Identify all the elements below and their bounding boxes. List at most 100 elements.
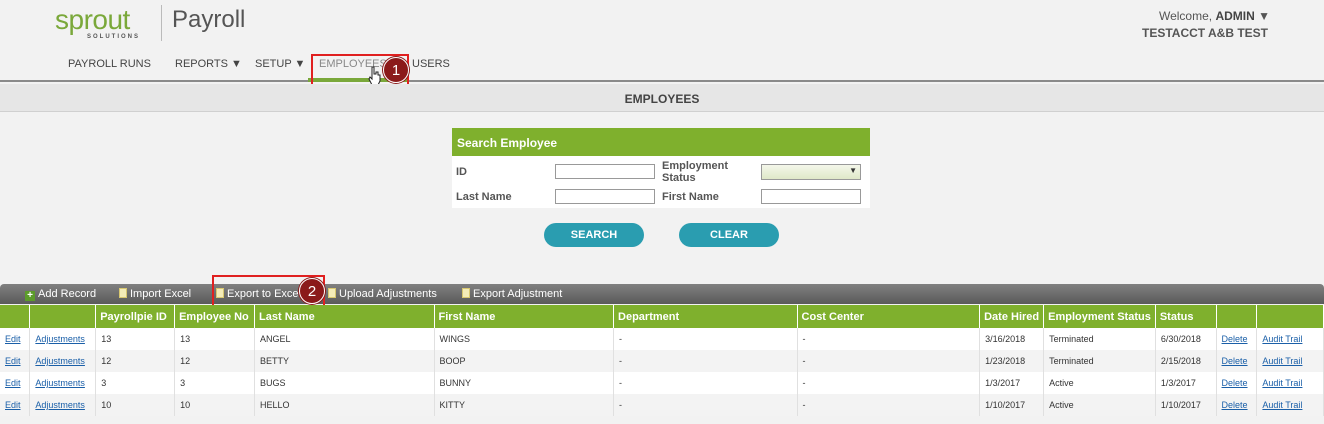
cell-status: 6/30/2018 bbox=[1155, 328, 1217, 350]
cell-status: 1/3/2017 bbox=[1155, 372, 1217, 394]
first-name-input[interactable] bbox=[761, 189, 861, 204]
logo-subtitle: SOLUTIONS bbox=[87, 34, 141, 40]
chevron-down-icon: ▼ bbox=[849, 166, 857, 175]
plus-icon: + bbox=[25, 291, 35, 301]
audit-trail-link[interactable]: Audit Trail bbox=[1262, 356, 1302, 366]
add-record-button[interactable]: + Add Record bbox=[25, 288, 96, 301]
id-label: ID bbox=[456, 166, 467, 178]
welcome-text: Welcome, bbox=[1158, 9, 1213, 23]
upload-adjustments-button[interactable]: Upload Adjustments bbox=[328, 288, 437, 300]
column-header-first-name[interactable]: First Name bbox=[434, 305, 615, 328]
sprout-logo[interactable]: sprout SOLUTIONS bbox=[55, 4, 155, 44]
search-panel-title: Search Employee bbox=[452, 128, 870, 156]
search-employee-panel: Search Employee ID Employment Status ▼ L… bbox=[452, 128, 870, 208]
edit-link[interactable]: Edit bbox=[5, 356, 21, 366]
column-header-employment-status[interactable]: Employment Status bbox=[1043, 305, 1156, 328]
column-header bbox=[1256, 305, 1324, 328]
product-name: Payroll bbox=[172, 6, 246, 33]
user-name: ADMIN bbox=[1215, 9, 1255, 23]
callout-badge-2: 2 bbox=[299, 278, 325, 304]
chevron-down-icon: ▼ bbox=[1258, 9, 1270, 23]
cell-last-name: BETTY bbox=[254, 350, 435, 372]
delete-link[interactable]: Delete bbox=[1222, 378, 1248, 388]
cell-first-name: BOOP bbox=[434, 350, 615, 372]
document-icon bbox=[462, 288, 470, 298]
cell-payrollpie-id: 12 bbox=[95, 350, 176, 372]
nav-reports[interactable]: REPORTS ▼ bbox=[175, 58, 242, 70]
grid-toolbar: + Add Record Import Excel Export to Excel… bbox=[0, 284, 1324, 304]
cell-department: - bbox=[613, 350, 798, 372]
add-record-label: Add Record bbox=[38, 288, 97, 300]
last-name-input[interactable] bbox=[555, 189, 655, 204]
cell-payrollpie-id: 10 bbox=[95, 394, 176, 416]
cell-last-name: BUGS bbox=[254, 372, 435, 394]
column-header-date-hired[interactable]: Date Hired bbox=[979, 305, 1045, 328]
page-title: EMPLOYEES bbox=[624, 92, 700, 106]
edit-link[interactable]: Edit bbox=[5, 378, 21, 388]
cell-date-hired: 1/23/2018 bbox=[979, 350, 1045, 372]
cell-cost-center: - bbox=[797, 372, 981, 394]
delete-link[interactable]: Delete bbox=[1222, 334, 1248, 344]
adjustments-link[interactable]: Adjustments bbox=[35, 400, 85, 410]
export-adjustment-button[interactable]: Export Adjustment bbox=[462, 288, 562, 300]
column-header-department[interactable]: Department bbox=[613, 305, 798, 328]
cell-last-name: HELLO bbox=[254, 394, 435, 416]
cell-first-name: KITTY bbox=[434, 394, 615, 416]
cell-department: - bbox=[613, 372, 798, 394]
app-header: sprout SOLUTIONS Payroll Welcome, ADMIN … bbox=[0, 0, 1324, 82]
nav-payroll-runs[interactable]: PAYROLL RUNS bbox=[68, 58, 151, 70]
document-icon bbox=[328, 288, 336, 298]
table-row: Edit Adjustments 3 3 BUGS BUNNY - - 1/3/… bbox=[0, 372, 1324, 394]
employment-status-label: Employment Status bbox=[662, 160, 729, 184]
adjustments-link[interactable]: Adjustments bbox=[35, 334, 85, 344]
column-header bbox=[29, 305, 97, 328]
cell-department: - bbox=[613, 394, 798, 416]
id-input[interactable] bbox=[555, 164, 655, 179]
logo-divider bbox=[161, 5, 162, 41]
column-header-status[interactable]: Status bbox=[1155, 305, 1217, 328]
cell-employment-status: Active bbox=[1043, 394, 1156, 416]
hand-cursor-icon bbox=[368, 66, 381, 86]
adjustments-link[interactable]: Adjustments bbox=[35, 356, 85, 366]
welcome-menu[interactable]: Welcome, ADMIN ▼ bbox=[1159, 9, 1270, 23]
cell-first-name: WINGS bbox=[434, 328, 615, 350]
delete-link[interactable]: Delete bbox=[1222, 356, 1248, 366]
adjustments-link[interactable]: Adjustments bbox=[35, 378, 85, 388]
cell-date-hired: 1/3/2017 bbox=[979, 372, 1045, 394]
cell-first-name: BUNNY bbox=[434, 372, 615, 394]
column-header bbox=[0, 305, 31, 328]
import-excel-label: Import Excel bbox=[130, 288, 192, 300]
last-name-label: Last Name bbox=[456, 191, 512, 203]
edit-link[interactable]: Edit bbox=[5, 334, 21, 344]
search-button[interactable]: SEARCH bbox=[544, 223, 644, 247]
audit-trail-link[interactable]: Audit Trail bbox=[1262, 334, 1302, 344]
edit-link[interactable]: Edit bbox=[5, 400, 21, 410]
cell-status: 1/10/2017 bbox=[1155, 394, 1217, 416]
column-header-cost-center[interactable]: Cost Center bbox=[797, 305, 981, 328]
cell-employment-status: Active bbox=[1043, 372, 1156, 394]
cell-employment-status: Terminated bbox=[1043, 350, 1156, 372]
employment-status-select[interactable]: ▼ bbox=[761, 164, 861, 180]
import-excel-button[interactable]: Import Excel bbox=[119, 288, 191, 300]
column-header-employee-no[interactable]: Employee No bbox=[174, 305, 256, 328]
audit-trail-link[interactable]: Audit Trail bbox=[1262, 400, 1302, 410]
cell-employee-no: 13 bbox=[174, 328, 256, 350]
cell-payrollpie-id: 13 bbox=[95, 328, 176, 350]
nav-setup[interactable]: SETUP ▼ bbox=[255, 58, 305, 70]
clear-button[interactable]: CLEAR bbox=[679, 223, 779, 247]
audit-trail-link[interactable]: Audit Trail bbox=[1262, 378, 1302, 388]
cell-cost-center: - bbox=[797, 350, 981, 372]
cell-payrollpie-id: 3 bbox=[95, 372, 176, 394]
document-icon bbox=[119, 288, 127, 298]
cell-date-hired: 3/16/2018 bbox=[979, 328, 1045, 350]
company-name: TESTACCT A&B TEST bbox=[1142, 26, 1268, 40]
column-header-payrollpie-id[interactable]: Payrollpie ID bbox=[95, 305, 176, 328]
nav-users[interactable]: USERS bbox=[412, 58, 450, 70]
cell-cost-center: - bbox=[797, 394, 981, 416]
cell-status: 2/15/2018 bbox=[1155, 350, 1217, 372]
cell-date-hired: 1/10/2017 bbox=[979, 394, 1045, 416]
first-name-label: First Name bbox=[662, 191, 719, 203]
column-header-last-name[interactable]: Last Name bbox=[254, 305, 435, 328]
cell-employee-no: 12 bbox=[174, 350, 256, 372]
delete-link[interactable]: Delete bbox=[1222, 400, 1248, 410]
